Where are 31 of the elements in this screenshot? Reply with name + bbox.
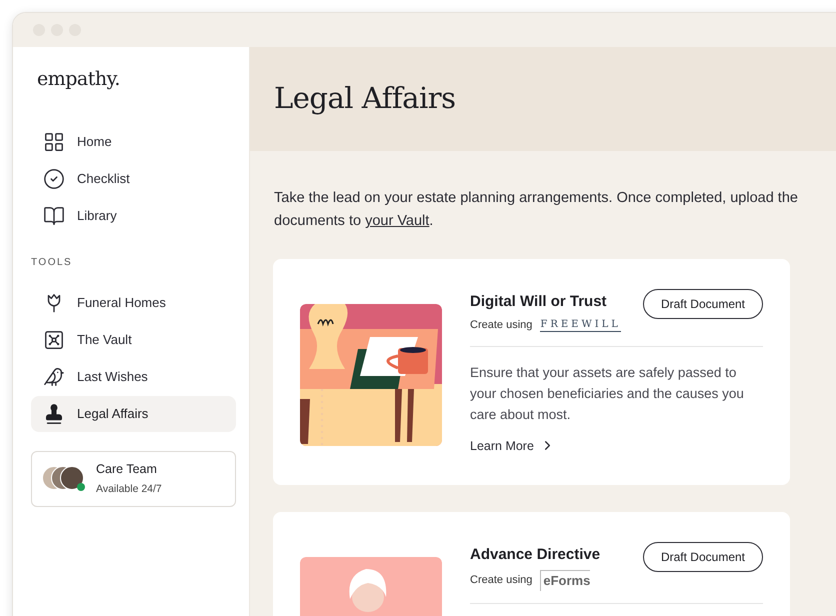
provider-label: Create using — [470, 573, 532, 588]
provider-label: Create using — [470, 318, 532, 333]
book-icon — [43, 204, 65, 226]
page-title: Legal Affairs — [274, 80, 456, 118]
draft-document-button[interactable]: Draft Document — [642, 289, 763, 319]
sidebar-item[interactable]: Last Wishes — [31, 358, 236, 394]
sidebar-item[interactable]: Checklist — [31, 160, 236, 196]
safe-icon — [43, 328, 65, 350]
card-title: Advance Directive — [470, 546, 600, 564]
sidebar-item[interactable]: Home — [31, 124, 236, 160]
sidebar-item[interactable]: Library — [31, 198, 236, 234]
card-title: Digital Will or Trust — [470, 293, 608, 311]
intro-text: Take the lead on your estate planning arrangements. Once completed, upload the documents to your Vault. — [274, 189, 799, 231]
care-team-name: Care Team — [96, 460, 158, 478]
check-circle-icon — [43, 168, 65, 190]
sidebar-item[interactable]: The Vault — [31, 322, 236, 358]
sidebar-item[interactable]: Legal Affairs — [31, 396, 236, 432]
grid-icon — [43, 130, 65, 152]
section-label: TOOLS — [31, 256, 74, 270]
provider-logo: FREEWILL — [540, 318, 621, 332]
care-team-card[interactable]: Care Team Available 24/7 — [31, 450, 236, 506]
learn-more-link[interactable]: Learn More — [470, 436, 763, 456]
stamp-icon — [43, 402, 65, 424]
draft-document-button[interactable]: Draft Document — [642, 542, 763, 572]
provider-logo: eForms — [540, 570, 590, 591]
logo: empathy. — [37, 67, 121, 92]
bird-icon — [43, 366, 65, 388]
availability-text: Available 24/7 — [96, 482, 162, 496]
vault-link[interactable]: your Vault — [365, 213, 430, 229]
sidebar-item[interactable]: Funeral Homes — [31, 284, 236, 320]
card-description: Ensure that your assets are safely passed to your chosen beneficiaries and the causes you care about most. — [470, 364, 745, 424]
